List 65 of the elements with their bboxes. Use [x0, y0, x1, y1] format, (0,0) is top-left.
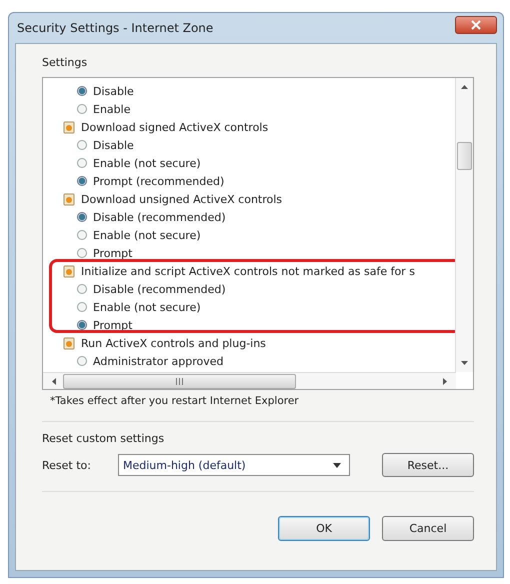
option-radio[interactable]: Administrator approved [63, 352, 455, 370]
reset-label: Reset to: [42, 458, 92, 472]
scroll-right-icon[interactable] [442, 376, 448, 386]
dialog-button[interactable]: Cancel [382, 516, 474, 541]
option-radio[interactable]: Prompt [63, 244, 455, 262]
scroll-up-icon[interactable] [460, 84, 469, 90]
option-radio[interactable]: Disable (recommended) [63, 208, 455, 226]
option-radio[interactable]: Enable (not secure) [63, 226, 455, 244]
reset-dropdown[interactable]: Medium-high (default) [118, 454, 350, 476]
setting-icon [63, 336, 75, 350]
option-label: Disable [93, 138, 134, 152]
radio-button[interactable] [77, 302, 87, 312]
horizontal-scrollbar[interactable] [43, 372, 456, 389]
grip-icon [175, 378, 184, 384]
option-radio[interactable]: Disable (recommended) [63, 280, 455, 298]
option-radio[interactable]: Enable (not secure) [63, 298, 455, 316]
radio-button[interactable] [77, 158, 87, 168]
close-icon [470, 20, 482, 30]
option-label: Administrator approved [93, 354, 224, 368]
radio-button[interactable] [77, 320, 87, 330]
radio-button[interactable] [77, 86, 87, 96]
radio-button[interactable] [77, 176, 87, 186]
scroll-left-icon[interactable] [51, 376, 57, 386]
option-label: Enable (not secure) [93, 300, 201, 314]
section-label: Reset custom settings [42, 432, 166, 445]
option-label: Disable (recommended) [93, 282, 226, 296]
setting-heading: Run ActiveX controls and plug-ins [81, 336, 266, 350]
option-radio[interactable]: Enable (not secure) [63, 154, 455, 172]
settings-label: Settings [42, 56, 88, 69]
radio-button[interactable] [77, 248, 87, 258]
footnote: *Takes effect after you restart Internet Explorer [50, 395, 300, 407]
setting-heading: Download unsigned ActiveX controls [81, 192, 282, 206]
scroll-thumb[interactable] [63, 374, 296, 388]
dialog-button[interactable]: OK [278, 516, 370, 541]
radio-button[interactable] [77, 212, 87, 222]
radio-button[interactable] [77, 230, 87, 240]
option-label: Enable [93, 102, 130, 116]
option-radio[interactable]: Disable [63, 82, 455, 100]
option-label: Enable (not secure) [93, 156, 201, 170]
option-radio[interactable]: Prompt [63, 316, 455, 334]
option-radio[interactable]: Enable [63, 100, 455, 118]
option-radio[interactable]: Disable [63, 136, 455, 154]
setting-icon [63, 264, 75, 278]
radio-button[interactable] [77, 356, 87, 366]
option-label: Prompt [93, 246, 132, 260]
setting-icon [63, 192, 75, 206]
radio-button[interactable] [77, 104, 87, 114]
setting-heading: Download signed ActiveX controls [81, 120, 268, 134]
close-button[interactable] [455, 16, 497, 34]
scroll-down-icon[interactable] [460, 360, 469, 366]
option-label: Disable [93, 84, 134, 98]
vertical-scrollbar[interactable] [455, 78, 473, 372]
window-title: Security Settings - Internet Zone [16, 21, 214, 35]
setting-icon [63, 120, 75, 134]
reset-button[interactable]: Reset... [382, 453, 474, 477]
option-label: Prompt (recommended) [93, 174, 224, 188]
radio-button[interactable] [77, 284, 87, 294]
caret-icon [333, 462, 341, 468]
option-radio[interactable]: Prompt (recommended) [63, 172, 455, 190]
option-label: Prompt [93, 318, 132, 332]
option-label: Enable (not secure) [93, 228, 201, 242]
radio-button[interactable] [77, 140, 87, 150]
setting-heading: Initialize and script ActiveX controls not marked as safe for s [81, 264, 415, 278]
option-label: Disable (recommended) [93, 210, 226, 224]
scroll-thumb[interactable] [457, 142, 472, 170]
